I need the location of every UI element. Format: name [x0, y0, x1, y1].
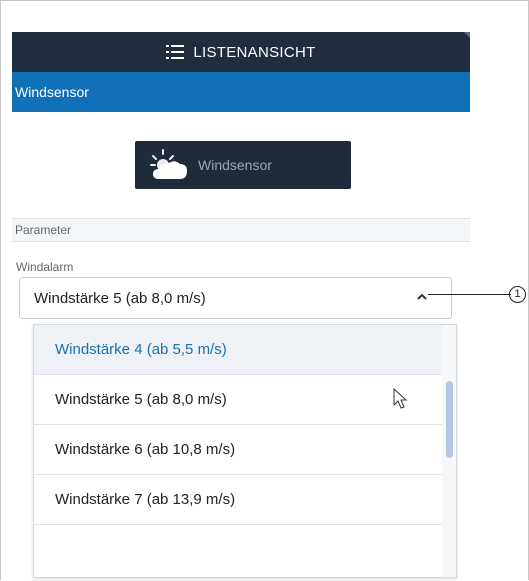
- windalarm-label: Windalarm: [16, 260, 74, 274]
- list-icon: [166, 45, 185, 59]
- windalarm-select[interactable]: Windstärke 5 (ab 8,0 m/s): [19, 277, 452, 319]
- callout-marker: 1: [509, 286, 526, 303]
- app-window: LISTENANSICHT Windsensor Windsensor Para…: [12, 32, 470, 581]
- windalarm-selected-value: Windstärke 5 (ab 8,0 m/s): [34, 289, 206, 307]
- dropdown-scrollbar[interactable]: [442, 325, 456, 577]
- dropdown-option[interactable]: Windstärke 6 (ab 10,8 m/s): [34, 425, 444, 475]
- callout-leader-line: [428, 294, 511, 295]
- chevron-up-icon[interactable]: [417, 292, 427, 302]
- panel-title: Windsensor: [12, 72, 470, 112]
- windsensor-button[interactable]: Windsensor: [135, 141, 351, 189]
- dropdown-option[interactable]: Windstärke 4 (ab 5,5 m/s): [34, 325, 444, 375]
- windalarm-dropdown-list: Windstärke 4 (ab 5,5 m/s) Windstärke 5 (…: [33, 324, 457, 578]
- partly-cloudy-icon: [150, 149, 187, 179]
- windsensor-button-label: Windsensor: [198, 157, 272, 173]
- mouse-cursor-icon: [393, 388, 408, 409]
- list-view-header[interactable]: LISTENANSICHT: [12, 32, 470, 72]
- parameter-section-header: Parameter: [12, 218, 470, 242]
- scrollbar-thumb[interactable]: [446, 381, 453, 458]
- corner-fold-icon: [464, 32, 470, 38]
- dropdown-option[interactable]: Windstärke 5 (ab 8,0 m/s): [34, 375, 444, 425]
- dropdown-option[interactable]: Windstärke 7 (ab 13,9 m/s): [34, 475, 444, 525]
- header-title: LISTENANSICHT: [193, 43, 316, 61]
